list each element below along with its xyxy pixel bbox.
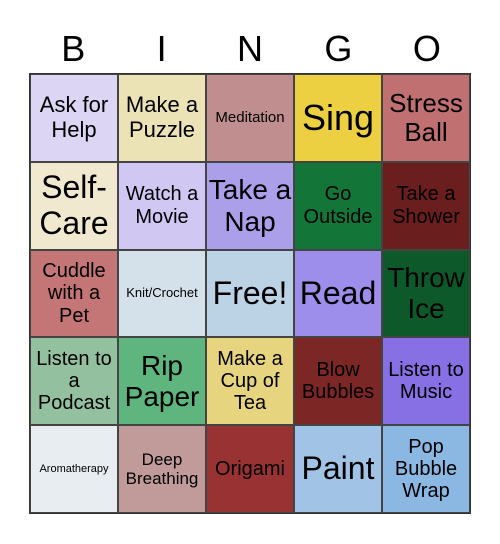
bingo-cell[interactable]: Knit/Crochet <box>118 249 206 338</box>
bingo-grid: Ask for Help Make a Puzzle Meditation Sing S… <box>29 73 471 514</box>
bingo-cell[interactable]: Sing <box>294 74 382 162</box>
bingo-cell[interactable]: Free! <box>206 249 294 338</box>
bingo-cell[interactable]: Throw Ice <box>382 249 470 338</box>
bingo-cell[interactable]: Stress Ball <box>382 74 470 162</box>
bingo-cell[interactable]: Cuddle with a Pet <box>30 249 118 338</box>
bingo-cell[interactable]: Go Outside <box>294 161 382 250</box>
bingo-cell[interactable]: Aromatherapy <box>30 425 118 513</box>
bingo-cell[interactable]: Meditation <box>206 74 294 162</box>
bingo-cell[interactable]: Take a Nap <box>206 161 294 250</box>
header-letter-g: G <box>324 28 353 69</box>
bingo-cell[interactable]: Blow Bubbles <box>294 337 382 426</box>
bingo-cell[interactable]: Origami <box>206 425 294 513</box>
header-letter-i: I <box>156 28 167 69</box>
bingo-cell[interactable]: Pop Bubble Wrap <box>382 425 470 513</box>
bingo-cell[interactable]: Make a Cup of Tea <box>206 337 294 426</box>
bingo-cell[interactable]: Watch a Movie <box>118 161 206 250</box>
bingo-cell[interactable]: Deep Breathing <box>118 425 206 513</box>
header-letter-b: B <box>61 28 86 69</box>
bingo-cell[interactable]: Take a Shower <box>382 161 470 250</box>
bingo-cell[interactable]: Paint <box>294 425 382 513</box>
bingo-cell[interactable]: Rip Paper <box>118 337 206 426</box>
bingo-cell[interactable]: Ask for Help <box>30 74 118 162</box>
bingo-cell[interactable]: Listen to Music <box>382 337 470 426</box>
bingo-cell[interactable]: Listen to a Podcast <box>30 337 118 426</box>
bingo-cell[interactable]: Make a Puzzle <box>118 74 206 162</box>
header-letter-n: N <box>237 28 264 69</box>
bingo-cell[interactable]: Read <box>294 249 382 338</box>
bingo-header: B I N G O <box>29 26 471 72</box>
header-letter-o: O <box>412 28 441 69</box>
bingo-cell[interactable]: Self-Care <box>30 161 118 250</box>
